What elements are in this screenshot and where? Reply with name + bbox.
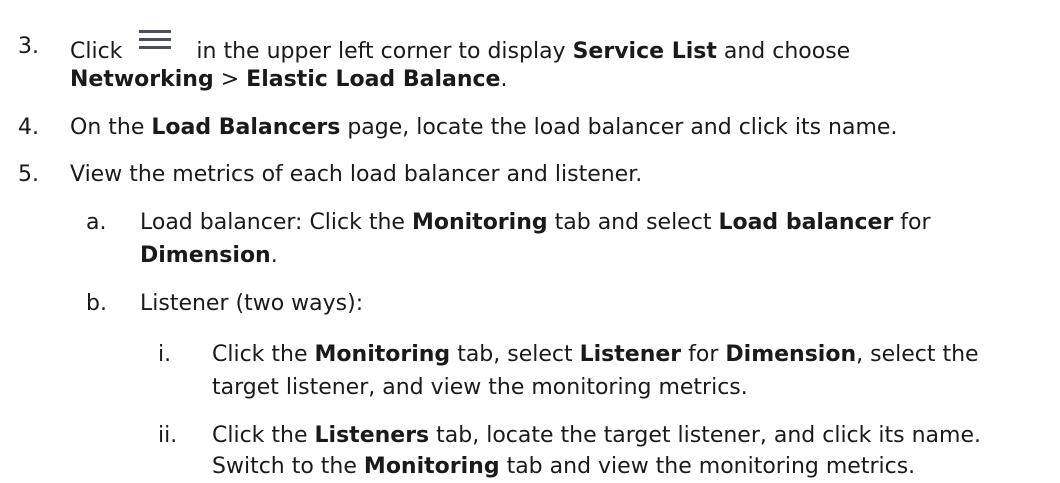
step-text: Click xyxy=(70,39,123,64)
step-text: and choose xyxy=(723,39,851,64)
listeners-label: Listeners xyxy=(314,423,430,448)
step-3: 3. Click in the upper left corner to dis… xyxy=(0,30,1060,64)
monitoring-label: Monitoring xyxy=(363,454,500,479)
dimension-label: Dimension xyxy=(725,342,857,367)
load-balancer-label: Load balancer xyxy=(718,210,894,235)
substep-b: b. Listener (two ways): xyxy=(0,287,1060,320)
service-list-label: Service List xyxy=(572,39,717,64)
document-body: 3. Click in the upper left corner to dis… xyxy=(0,0,1060,481)
substep-a: a. Load balancer: Click the Monitoring t… xyxy=(0,206,1060,239)
step-number: 4. xyxy=(18,115,39,140)
networking-label: Networking xyxy=(70,67,214,92)
step-5: 5. View the metrics of each load balance… xyxy=(0,158,1060,191)
substep-a-line-2: Dimension. xyxy=(140,239,278,272)
method-number: ii. xyxy=(158,423,178,448)
listener-label: Listener xyxy=(579,342,682,367)
method-ii-line-2: Switch to the Monitoring tab and view th… xyxy=(212,450,915,483)
substep-letter: a. xyxy=(86,210,107,235)
load-balancers-label: Load Balancers xyxy=(151,115,341,140)
step-4: 4. On the Load Balancers page, locate th… xyxy=(0,111,1060,144)
elb-label: Elastic Load Balance xyxy=(246,67,501,92)
step-number: 3. xyxy=(18,34,39,59)
method-ii: ii. Click the Listeners tab, locate the … xyxy=(0,419,1060,452)
step-text: in the upper left corner to display xyxy=(196,39,566,64)
dimension-label: Dimension xyxy=(140,243,271,268)
method-i-line-2: target listener, and view the monitoring… xyxy=(212,375,748,400)
separator: > xyxy=(220,67,240,92)
method-number: i. xyxy=(158,342,172,367)
method-i: i. Click the Monitoring tab, select List… xyxy=(0,338,1060,371)
monitoring-label: Monitoring xyxy=(411,210,548,235)
step-3-line-2: Networking > Elastic Load Balance. xyxy=(70,63,507,96)
step-number: 5. xyxy=(18,162,39,187)
monitoring-label: Monitoring xyxy=(314,342,451,367)
substep-letter: b. xyxy=(86,291,107,316)
menu-icon xyxy=(139,30,172,50)
